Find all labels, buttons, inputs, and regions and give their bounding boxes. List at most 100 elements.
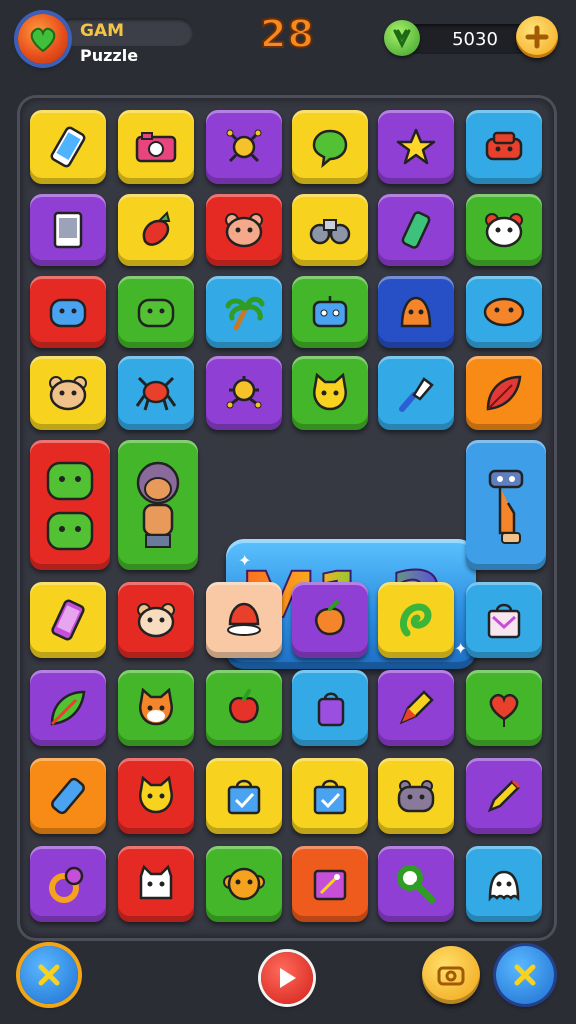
brush-icon	[399, 377, 434, 412]
tile-monkey[interactable]	[118, 440, 198, 570]
star-icon	[396, 128, 436, 165]
tile-fox[interactable]	[118, 670, 194, 746]
tile-green-monster[interactable]	[118, 276, 194, 348]
tile-binoculars[interactable]	[292, 194, 368, 266]
tile-car[interactable]	[466, 110, 542, 184]
tile-photo-card[interactable]	[292, 846, 368, 922]
robot-icon	[312, 296, 348, 328]
tile-cat[interactable]	[292, 356, 368, 430]
tile-crab[interactable]	[118, 356, 194, 430]
tile-bug[interactable]	[206, 110, 282, 184]
tile-heart-balloon[interactable]	[466, 670, 542, 746]
cat-face-icon	[139, 776, 173, 814]
cupcake-icon	[227, 602, 261, 636]
tile-giraffe[interactable]	[466, 440, 546, 570]
tile-robot[interactable]	[292, 276, 368, 348]
sparkle-icon: ✦	[238, 551, 252, 570]
add-coins-button[interactable]	[516, 16, 558, 58]
tile-palm-tree[interactable]	[206, 276, 282, 348]
tile-eraser[interactable]	[30, 758, 106, 834]
camera-button[interactable]	[422, 946, 480, 1004]
tile-phone-purple[interactable]	[30, 582, 106, 658]
tile-pencil[interactable]	[466, 758, 542, 834]
tile-bear[interactable]	[206, 194, 282, 266]
blob-face-icon	[483, 297, 525, 327]
close-right-button[interactable]	[496, 946, 554, 1004]
tile-blue-monster[interactable]	[30, 276, 106, 348]
tile-orange-face[interactable]	[466, 276, 542, 348]
app-logo[interactable]	[18, 14, 68, 64]
checklist-bag-icon	[227, 779, 261, 815]
frog-pair-icon	[46, 461, 94, 551]
tile-crayon[interactable]	[378, 670, 454, 746]
tile-double-frog[interactable]	[30, 440, 110, 570]
monster-icon	[137, 298, 175, 328]
close-left-button[interactable]	[20, 946, 78, 1004]
tile-checklist-bag-2[interactable]	[292, 758, 368, 834]
tile-star[interactable]	[378, 110, 454, 184]
giraffe-icon	[488, 469, 524, 544]
speech-bubble-icon	[312, 129, 348, 168]
tile-monkey-face[interactable]	[206, 846, 282, 922]
phone-icon	[50, 126, 86, 168]
monkey-face-icon	[223, 867, 265, 901]
eraser-icon	[51, 777, 85, 815]
tile-panda[interactable]	[466, 194, 542, 266]
tile-sun-creature[interactable]	[206, 356, 282, 430]
tile-shopping-bag[interactable]	[466, 582, 542, 658]
hamster-face-icon	[49, 376, 87, 411]
app-title: GAM	[80, 21, 125, 41]
battery-icon	[401, 211, 431, 249]
camera-icon	[135, 132, 177, 163]
tile-checklist-bag[interactable]	[206, 758, 282, 834]
blob-creature-icon	[400, 296, 432, 328]
crab-icon	[135, 376, 177, 411]
tile-apple[interactable]	[206, 670, 282, 746]
play-button[interactable]	[261, 952, 313, 1004]
tile-brush[interactable]	[378, 356, 454, 430]
score-value: 5030	[452, 29, 498, 50]
close-icon	[38, 964, 60, 986]
tile-battery[interactable]	[378, 194, 454, 266]
top-bar: GAM Puzzle 28 5030	[0, 0, 576, 90]
tile-leaf[interactable]	[466, 356, 542, 430]
tile-hook[interactable]	[378, 582, 454, 658]
bag-icon	[317, 692, 345, 727]
magnifier-icon	[397, 865, 436, 904]
camera-icon	[437, 966, 465, 986]
tile-speech-bubble[interactable]	[292, 110, 368, 184]
tile-orange-blob[interactable]	[378, 276, 454, 348]
tile-phone[interactable]	[30, 110, 106, 184]
phone-icon	[51, 599, 85, 641]
tile-ring[interactable]	[30, 846, 106, 922]
tile-cat-yellow[interactable]	[118, 758, 194, 834]
heart-leaf-icon	[30, 27, 56, 53]
bear-face-icon	[225, 213, 263, 248]
tile-leaf-green[interactable]	[30, 670, 106, 746]
tile-cupcake[interactable]	[206, 582, 282, 658]
monster-icon	[49, 298, 87, 328]
tile-magnifier[interactable]	[378, 846, 454, 922]
tile-tablet[interactable]	[30, 194, 106, 266]
game-board: M1 2 ✦ ✦	[20, 98, 554, 938]
tile-bunny[interactable]	[118, 846, 194, 922]
crayon-icon	[399, 690, 434, 725]
tile-camera[interactable]	[118, 110, 194, 184]
sun-creature-icon	[226, 376, 262, 409]
heart-balloon-icon	[489, 693, 519, 727]
tile-hippo[interactable]	[378, 758, 454, 834]
photo-card-icon	[313, 869, 347, 901]
tile-peach[interactable]	[292, 582, 368, 658]
ghost-icon	[488, 870, 520, 902]
pencil-icon	[487, 780, 520, 813]
tile-ghost[interactable]	[466, 846, 542, 922]
tile-hamster-red[interactable]	[118, 582, 194, 658]
gem-icon	[384, 20, 420, 56]
tablet-icon	[53, 211, 83, 249]
tile-hamster[interactable]	[30, 356, 106, 430]
binoculars-icon	[309, 219, 351, 245]
title-pill	[58, 18, 193, 46]
tile-purple-bag[interactable]	[292, 670, 368, 746]
tile-strawberry[interactable]	[118, 194, 194, 266]
bug-icon	[226, 129, 262, 163]
